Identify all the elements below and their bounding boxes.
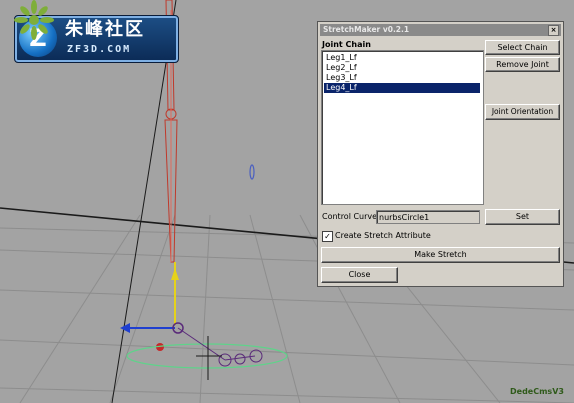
list-item[interactable]: Leg2_Lf (324, 63, 480, 73)
joint-orientation-button[interactable]: Joint Orientation (485, 104, 560, 120)
list-item[interactable]: Leg1_Lf (324, 53, 480, 63)
select-chain-button[interactable]: Select Chain (485, 40, 560, 55)
logo-name-cn: 朱峰社区 (65, 19, 145, 40)
move-manipulator (120, 262, 184, 351)
create-stretch-checkbox[interactable]: ✓ (322, 231, 333, 242)
control-curve-field[interactable]: nurbsCircle1 (376, 210, 480, 224)
create-stretch-label: Create Stretch Attribute (335, 231, 431, 240)
make-stretch-button[interactable]: Make Stretch (321, 247, 560, 263)
remove-joint-button[interactable]: Remove Joint (485, 57, 560, 72)
set-button[interactable]: Set (485, 209, 560, 225)
list-item-selected[interactable]: Leg4_Lf (324, 83, 480, 93)
foot-joints (177, 327, 263, 367)
list-item[interactable]: Leg3_Lf (324, 73, 480, 83)
logo-name-en: ZF3D.COM (67, 44, 132, 55)
watermark-text: DedeCmsV3 (510, 387, 564, 396)
control-curve-label: Control Curve: (322, 212, 380, 221)
joint-chain-header: Joint Chain (322, 40, 371, 49)
window-titlebar[interactable]: StretchMaker v0.2.1 × (320, 24, 561, 36)
close-button[interactable]: Close (321, 267, 398, 283)
joint-chain-list[interactable]: Leg1_Lf Leg2_Lf Leg3_Lf Leg4_Lf (321, 50, 484, 205)
dedecms-watermark-icon (14, 0, 54, 40)
pole-vector-icon (249, 164, 255, 180)
window-title: StretchMaker v0.2.1 (323, 25, 410, 34)
close-window-icon[interactable]: × (548, 25, 559, 36)
